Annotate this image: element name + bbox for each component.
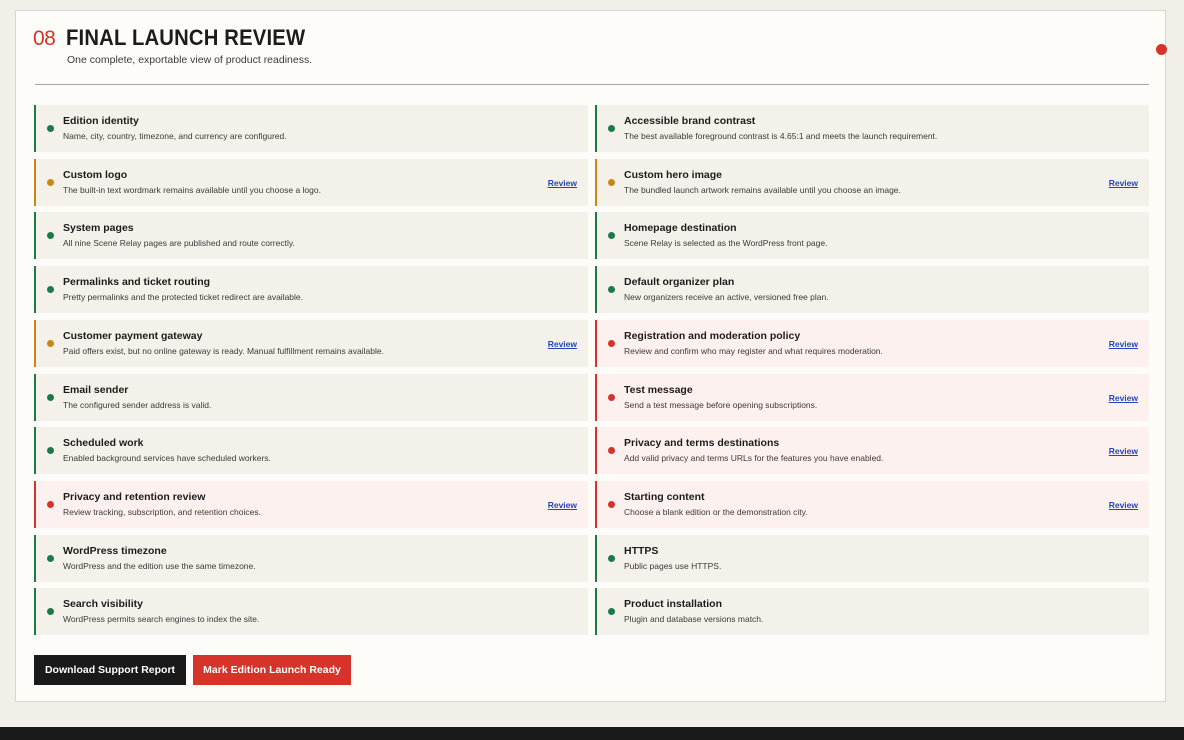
review-link[interactable]: Review	[1109, 446, 1138, 456]
status-dot-icon	[608, 286, 615, 293]
status-dot-icon	[47, 179, 54, 186]
review-link[interactable]: Review	[548, 339, 577, 349]
status-dot-icon	[608, 125, 615, 132]
checklist-item-title: Custom logo	[63, 169, 128, 181]
checklist-item: Default organizer plan New organizers rec…	[595, 266, 1149, 313]
checklist-item-description: Review and confirm who may register and …	[624, 346, 883, 356]
header-divider	[35, 84, 1149, 85]
checklist-item-description: Public pages use HTTPS.	[624, 561, 722, 571]
checklist-item-description: The bundled launch artwork remains avail…	[624, 185, 901, 195]
overall-status-icon	[1156, 44, 1167, 55]
checklist-item-description: Send a test message before opening subsc…	[624, 400, 818, 410]
review-link[interactable]: Review	[1109, 500, 1138, 510]
checklist-item: Custom hero image The bundled launch artw…	[595, 159, 1149, 206]
checklist-item-title: System pages	[63, 222, 134, 234]
footer-bar	[0, 727, 1184, 740]
checklist-item: Homepage destination Scene Relay is selec…	[595, 212, 1149, 259]
checklist-item-title: HTTPS	[624, 545, 659, 557]
checklist-item-description: Plugin and database versions match.	[624, 614, 764, 624]
checklist-item: Product installation Plugin and database …	[595, 588, 1149, 635]
checklist-item-title: Registration and moderation policy	[624, 330, 801, 342]
status-dot-icon	[47, 501, 54, 508]
review-link[interactable]: Review	[1109, 339, 1138, 349]
status-dot-icon	[47, 340, 54, 347]
download-support-report-button[interactable]: Download Support Report	[34, 655, 186, 685]
checklist-item-description: Scene Relay is selected as the WordPress…	[624, 238, 828, 248]
checklist-item-title: Custom hero image	[624, 169, 723, 181]
checklist-item: Accessible brand contrast The best availa…	[595, 105, 1149, 152]
status-dot-icon	[608, 394, 615, 401]
checklist-item: Search visibility WordPress permits searc…	[34, 588, 588, 635]
status-dot-icon	[47, 125, 54, 132]
page-title: FINAL LAUNCH REVIEW	[66, 25, 306, 50]
checklist-item-description: All nine Scene Relay pages are published…	[63, 238, 295, 248]
status-dot-icon	[608, 447, 615, 454]
checklist-item-description: New organizers receive an active, versio…	[624, 292, 829, 302]
checklist-item: HTTPS Public pages use HTTPS.	[595, 535, 1149, 582]
status-dot-icon	[608, 501, 615, 508]
checklist-item-title: Privacy and terms destinations	[624, 437, 780, 449]
checklist-item-title: Default organizer plan	[624, 276, 735, 288]
checklist-item-description: Name, city, country, timezone, and curre…	[63, 131, 287, 141]
status-dot-icon	[47, 394, 54, 401]
checklist-item-description: The configured sender address is valid.	[63, 400, 212, 410]
checklist-item: Permalinks and ticket routing Pretty perm…	[34, 266, 588, 313]
checklist-item: Starting content Choose a blank edition o…	[595, 481, 1149, 528]
review-link[interactable]: Review	[548, 500, 577, 510]
checklist-item: Custom logo The built-in text wordmark re…	[34, 159, 588, 206]
checklist-item: Scheduled work Enabled background service…	[34, 427, 588, 474]
checklist-item-description: The built-in text wordmark remains avail…	[63, 185, 321, 195]
status-dot-icon	[608, 555, 615, 562]
checklist-item: Registration and moderation policy Review…	[595, 320, 1149, 367]
checklist-item-title: Edition identity	[63, 115, 139, 127]
checklist-item-title: Product installation	[624, 598, 723, 610]
checklist-item-description: WordPress permits search engines to inde…	[63, 614, 260, 624]
checklist-item-title: Accessible brand contrast	[624, 115, 756, 127]
checklist-item: Edition identity Name, city, country, tim…	[34, 105, 588, 152]
status-dot-icon	[608, 179, 615, 186]
status-dot-icon	[608, 608, 615, 615]
status-dot-icon	[47, 447, 54, 454]
checklist-item-description: Pretty permalinks and the protected tick…	[63, 292, 304, 302]
status-dot-icon	[47, 608, 54, 615]
checklist-item-title: Privacy and retention review	[63, 491, 206, 503]
checklist-item: Privacy and retention review Review track…	[34, 481, 588, 528]
review-link[interactable]: Review	[1109, 393, 1138, 403]
checklist-item-title: Test message	[624, 384, 693, 396]
checklist-item-description: Choose a blank edition or the demonstrat…	[624, 507, 808, 517]
status-dot-icon	[47, 232, 54, 239]
checklist-item-description: Enabled background services have schedul…	[63, 453, 271, 463]
checklist-item-description: WordPress and the edition use the same t…	[63, 561, 256, 571]
checklist-item-description: Review tracking, subscription, and reten…	[63, 507, 261, 517]
status-dot-icon	[608, 340, 615, 347]
checklist-item-title: Search visibility	[63, 598, 143, 610]
page-subtitle: One complete, exportable view of product…	[67, 54, 313, 66]
checklist-item-title: Customer payment gateway	[63, 330, 203, 342]
checklist-item: WordPress timezone WordPress and the edit…	[34, 535, 588, 582]
checklist-item-description: Paid offers exist, but no online gateway…	[63, 346, 384, 356]
status-dot-icon	[47, 286, 54, 293]
checklist-item-title: Email sender	[63, 384, 129, 396]
checklist-item: Customer payment gateway Paid offers exis…	[34, 320, 588, 367]
checklist-item: Email sender The configured sender addres…	[34, 374, 588, 421]
checklist-item: System pages All nine Scene Relay pages a…	[34, 212, 588, 259]
review-link[interactable]: Review	[1109, 178, 1138, 188]
checklist-item-description: Add valid privacy and terms URLs for the…	[624, 453, 884, 463]
checklist-item: Privacy and terms destinations Add valid …	[595, 427, 1149, 474]
checklist-item-title: Starting content	[624, 491, 705, 503]
checklist-item-title: Permalinks and ticket routing	[63, 276, 211, 288]
checklist-item: Test message Send a test message before o…	[595, 374, 1149, 421]
checklist-item-description: The best available foreground contrast i…	[624, 131, 938, 141]
mark-launch-ready-button[interactable]: Mark Edition Launch Ready	[193, 655, 351, 685]
checklist-item-title: Homepage destination	[624, 222, 737, 234]
status-dot-icon	[608, 232, 615, 239]
review-link[interactable]: Review	[548, 178, 577, 188]
checklist-item-title: Scheduled work	[63, 437, 144, 449]
launch-review-panel: 08 FINAL LAUNCH REVIEW One complete, exp…	[15, 10, 1167, 702]
step-number: 08	[33, 27, 56, 50]
status-dot-icon	[47, 555, 54, 562]
checklist-item-title: WordPress timezone	[63, 545, 167, 557]
